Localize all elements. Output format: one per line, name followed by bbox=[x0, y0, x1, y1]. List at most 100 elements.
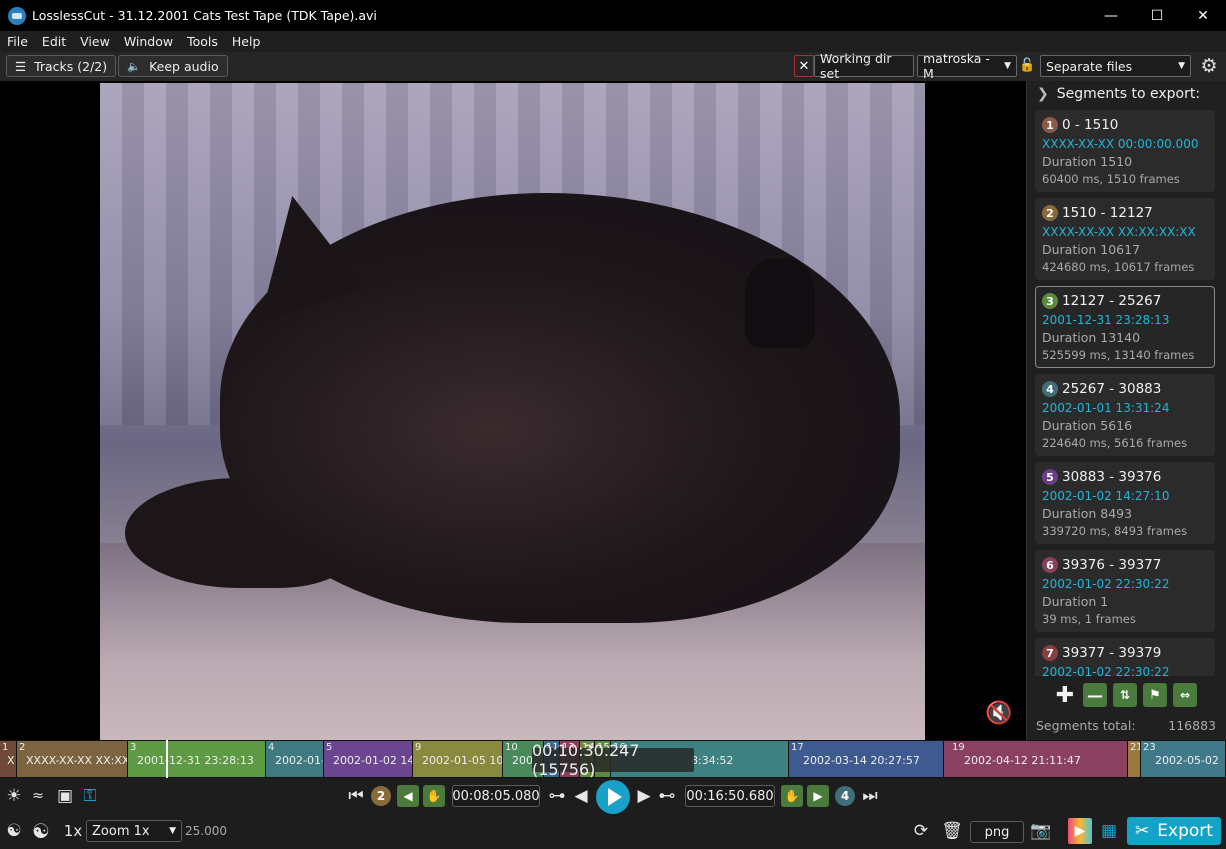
window-controls: — ☐ ✕ bbox=[1088, 0, 1226, 31]
output-mode-select[interactable]: Separate files ▼ bbox=[1040, 55, 1191, 77]
timeline-segment[interactable]: 19 2002-04-12 21:11:47 bbox=[944, 741, 1128, 777]
cut-end-time-input[interactable]: 00:16:50.680 bbox=[685, 785, 775, 807]
split-segment-icon[interactable]: ⇔ bbox=[1173, 683, 1197, 707]
menu-tools[interactable]: Tools bbox=[180, 34, 225, 49]
keep-audio-button[interactable]: 🔈 Keep audio bbox=[118, 55, 228, 77]
segment-duration: Duration 1510 bbox=[1042, 154, 1133, 169]
segment-card-selected[interactable]: 3 12127 - 25267 2001-12-31 23:28:13 Durat… bbox=[1035, 286, 1215, 368]
export-button[interactable]: ✂ Export bbox=[1127, 817, 1221, 845]
add-segment-icon[interactable]: ✚ bbox=[1053, 683, 1077, 708]
segment-range: 0 - 1510 bbox=[1062, 117, 1119, 133]
timeline-segment[interactable]: 92002-01-05 10:5 bbox=[413, 741, 503, 777]
segment-number: 7 bbox=[1042, 645, 1058, 661]
segment-number: 3 bbox=[1042, 293, 1058, 309]
segment-number: 6 bbox=[1042, 557, 1058, 573]
scissors-icon: ✂ bbox=[1135, 821, 1150, 841]
minimize-button[interactable]: — bbox=[1088, 0, 1134, 31]
segment-date: 2002-01-02 22:30:22 bbox=[1042, 665, 1170, 676]
format-select[interactable]: matroska - M ▼ bbox=[917, 51, 1017, 81]
window-title: LosslessCut - 31.12.2001 Cats Test Tape … bbox=[32, 8, 377, 23]
clear-working-dir-button[interactable]: ✕ bbox=[794, 55, 814, 77]
chevron-down-icon: ▼ bbox=[1178, 61, 1185, 71]
timeline-segment[interactable]: 3 2001-12-31 23:28:13 bbox=[128, 741, 266, 777]
merge-files-icon[interactable]: ▶ bbox=[1068, 818, 1092, 844]
video-frame bbox=[100, 83, 925, 740]
gear-icon[interactable]: ⚙ bbox=[1198, 55, 1220, 77]
segment-date: 2001-12-31 23:28:13 bbox=[1042, 313, 1170, 327]
segment-card[interactable]: 6 39376 - 39377 2002-01-02 22:30:22 Durat… bbox=[1035, 550, 1215, 632]
jump-cut-end-icon[interactable]: ▶ bbox=[807, 785, 829, 807]
waveform-icon[interactable]: ≈ bbox=[27, 786, 49, 806]
next-segment-badge[interactable]: 4 bbox=[835, 786, 855, 806]
segments-header[interactable]: ❯ Segments to export: bbox=[1037, 83, 1200, 105]
set-cut-start-icon[interactable]: ✋ bbox=[423, 785, 445, 807]
zoom-factor: 25.000 bbox=[185, 824, 227, 838]
timeline-segment[interactable]: 42002-01-0 bbox=[266, 741, 324, 777]
timeline-segment[interactable]: 17 2002-03-14 20:27:57 bbox=[789, 741, 944, 777]
close-button[interactable]: ✕ bbox=[1180, 0, 1226, 31]
jump-end-icon[interactable]: ⏭ bbox=[861, 786, 879, 806]
tag-icon[interactable]: ⚑ bbox=[1143, 683, 1167, 707]
speaker-icon: 🔈 bbox=[127, 59, 142, 73]
segment-number: 4 bbox=[1042, 381, 1058, 397]
yin-yang-icon[interactable]: ☯ bbox=[30, 819, 52, 843]
segment-frames: 39 ms, 1 frames bbox=[1042, 612, 1136, 626]
video-player[interactable]: 🔇 bbox=[0, 81, 1026, 740]
menu-window[interactable]: Window bbox=[117, 34, 180, 49]
trash-icon[interactable]: 🗑 bbox=[941, 820, 963, 842]
mute-icon[interactable]: 🔇 bbox=[985, 701, 1019, 729]
timeline-segment[interactable]: 23 2002-05-02 bbox=[1141, 741, 1226, 777]
zoom-select[interactable]: Zoom 1x ▼ bbox=[86, 820, 182, 842]
segment-card[interactable]: 7 39377 - 39379 2002-01-02 22:30:22 bbox=[1035, 638, 1215, 676]
maximize-button[interactable]: ☐ bbox=[1134, 0, 1180, 31]
step-back-icon[interactable]: ◀ bbox=[573, 786, 589, 806]
menu-help[interactable]: Help bbox=[225, 34, 268, 49]
timeline-segment[interactable]: 21 bbox=[1128, 741, 1141, 777]
timeline-segment[interactable]: 1X bbox=[0, 741, 17, 777]
capture-format-select[interactable]: png bbox=[970, 821, 1024, 843]
key-next-icon[interactable]: ⊷ bbox=[656, 786, 678, 806]
segment-card[interactable]: 2 1510 - 12127 XXXX-XX-XX XX:XX:XX:XX Dur… bbox=[1035, 198, 1215, 280]
cat-ear-right bbox=[745, 258, 815, 348]
prev-segment-badge[interactable]: 2 bbox=[371, 786, 391, 806]
jump-start-icon[interactable]: ⏮ bbox=[347, 786, 365, 806]
play-button[interactable] bbox=[596, 780, 630, 814]
cut-start-time-input[interactable]: 00:08:05.080 bbox=[452, 785, 540, 807]
menu-view[interactable]: View bbox=[73, 34, 117, 49]
keyframes-key-icon[interactable]: ⚿ bbox=[80, 786, 100, 806]
timeline-segment[interactable]: 52002-01-02 14:2 bbox=[324, 741, 413, 777]
segment-range: 39376 - 39377 bbox=[1062, 557, 1162, 573]
segment-number: 2 bbox=[1042, 205, 1058, 221]
tracks-label: Tracks (2/2) bbox=[34, 58, 108, 74]
calendar-icon[interactable]: ▦ bbox=[1098, 820, 1120, 842]
menu-edit[interactable]: Edit bbox=[35, 34, 73, 49]
segments-total-value: 116883 bbox=[1168, 718, 1216, 733]
timeline-cursor[interactable] bbox=[166, 740, 168, 778]
rotate-icon[interactable]: ⟳ bbox=[910, 820, 932, 842]
thumbnails-icon[interactable]: ▣ bbox=[54, 786, 76, 806]
person-icon[interactable]: ☯ bbox=[4, 820, 24, 842]
sort-segments-icon[interactable]: ⇅ bbox=[1113, 683, 1137, 707]
segment-card[interactable]: 10 - 1510 XXXX-XX-XX 00:00:00.000 Durati… bbox=[1035, 110, 1215, 192]
segment-number: 1 bbox=[1042, 117, 1058, 133]
segment-frames: 60400 ms, 1510 frames bbox=[1042, 172, 1180, 186]
set-cut-end-icon[interactable]: ✋ bbox=[781, 785, 803, 807]
camera-icon[interactable]: 📷 bbox=[1030, 820, 1052, 842]
step-forward-icon[interactable]: ▶ bbox=[636, 786, 652, 806]
speed-label[interactable]: 1x bbox=[60, 820, 86, 842]
lock-icon[interactable]: 🔓 bbox=[1019, 58, 1035, 74]
segment-card[interactable]: 5 30883 - 39376 2002-01-02 14:27:10 Durat… bbox=[1035, 462, 1215, 544]
jump-cut-start-icon[interactable]: ◀ bbox=[397, 785, 419, 807]
segment-frames: 525599 ms, 13140 frames bbox=[1042, 348, 1195, 362]
settings-sun-icon[interactable]: ☀ bbox=[4, 786, 24, 806]
current-time: 00:10:30.247 (15756) bbox=[532, 741, 694, 779]
remove-segment-icon[interactable]: — bbox=[1083, 683, 1107, 707]
segment-card[interactable]: 4 25267 - 30883 2002-01-01 13:31:24 Durat… bbox=[1035, 374, 1215, 456]
app-logo-icon bbox=[8, 6, 26, 25]
key-prev-icon[interactable]: ⊶ bbox=[546, 786, 568, 806]
working-dir-button[interactable]: Working dir set bbox=[814, 51, 914, 81]
timeline-segment[interactable]: 2XXXX-XX-XX XX:XX:X bbox=[17, 741, 128, 777]
tracks-button[interactable]: ☰ Tracks (2/2) bbox=[6, 55, 116, 77]
menu-file[interactable]: File bbox=[0, 34, 35, 49]
title-bar: LosslessCut - 31.12.2001 Cats Test Tape … bbox=[0, 0, 1226, 31]
